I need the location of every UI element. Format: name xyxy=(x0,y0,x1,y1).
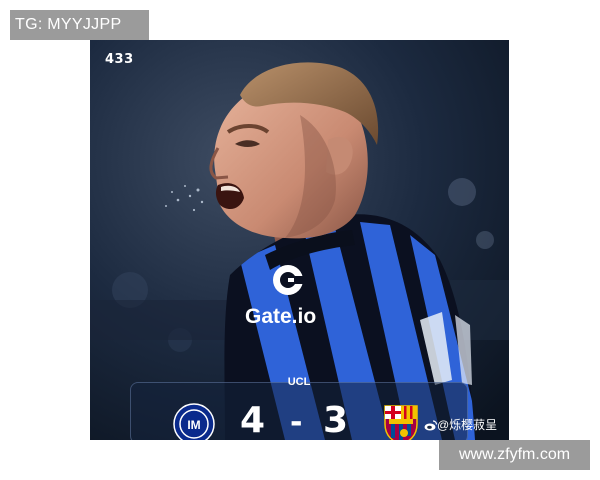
weibo-icon xyxy=(424,420,437,431)
svg-text:IM: IM xyxy=(187,418,200,432)
away-score: 3 xyxy=(323,400,349,440)
competition-label: UCL xyxy=(287,376,311,388)
football-photo: Gate.io 433 UCL IM 4 - 3 @烁樱菽呈 xyxy=(90,40,509,440)
page: TG: MYYJJPP Gate.io 433 UCL IM 4 - 3 @烁樱… xyxy=(0,0,600,480)
watermark-website: www.zfyfm.com xyxy=(439,440,590,470)
fc-barcelona-crest-icon xyxy=(384,405,418,440)
score-separator: - xyxy=(290,405,303,440)
watermark-telegram: TG: MYYJJPP xyxy=(10,10,149,40)
weibo-handle: @烁樱菽呈 xyxy=(424,416,497,433)
inter-milan-crest-icon: IM xyxy=(173,403,215,440)
sponsor-text: Gate.io xyxy=(245,305,316,328)
brand-logo: 433 xyxy=(105,52,134,67)
weibo-handle-text: @烁樱菽呈 xyxy=(437,418,498,432)
home-score: 4 xyxy=(240,400,266,440)
